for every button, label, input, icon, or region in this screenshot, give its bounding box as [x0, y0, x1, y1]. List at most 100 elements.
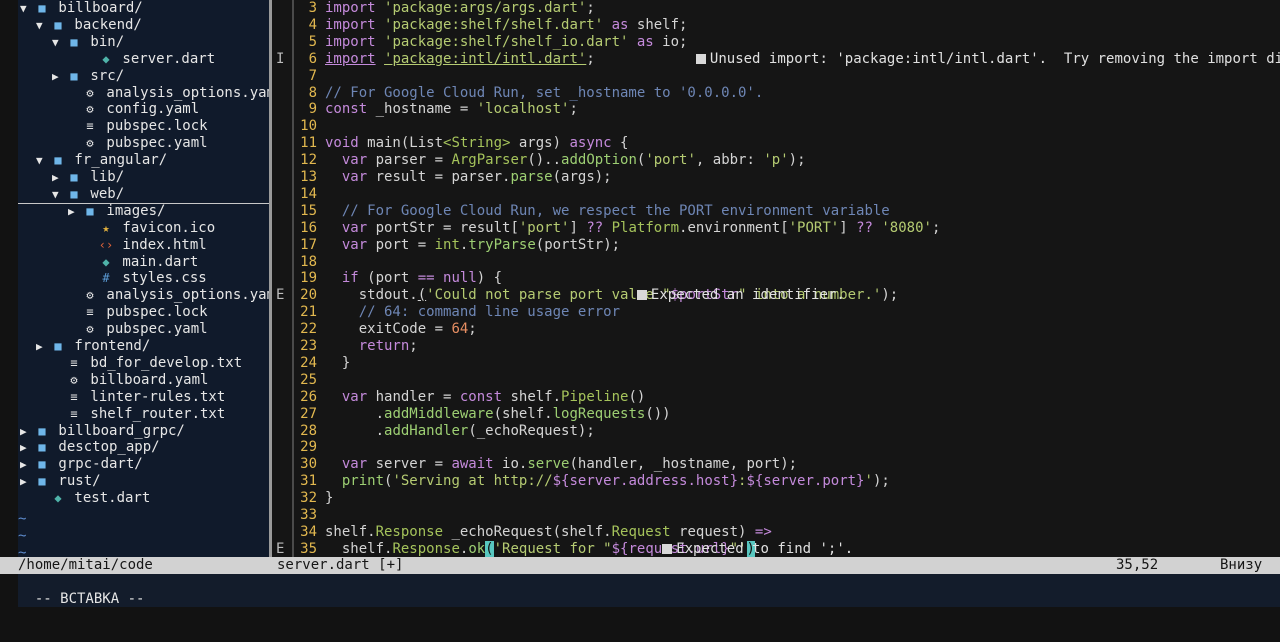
code-text[interactable]: var handler = const shelf.Pipeline() — [325, 389, 645, 406]
code-text[interactable]: .addHandler(_echoRequest); — [325, 423, 595, 440]
tree-file[interactable]: ★ favicon.ico — [18, 220, 269, 237]
tree-file[interactable]: ⚙ billboard.yaml — [18, 372, 269, 389]
sign-column-bar — [292, 185, 294, 203]
tree-file[interactable]: ◆ test.dart — [18, 490, 269, 507]
code-text[interactable]: import 'package:intl/intl.dart'; — [325, 51, 595, 68]
tree-file[interactable]: ‹› index.html — [18, 237, 269, 254]
code-text[interactable]: } — [325, 355, 350, 372]
code-line[interactable]: 23 return; — [272, 338, 1280, 355]
tree-file[interactable]: ⚙ pubspec.yaml — [18, 135, 269, 152]
code-line[interactable]: E 20 stdout.('Could not parse port value … — [272, 287, 1280, 305]
code-text[interactable]: import 'package:args/args.dart'; — [325, 0, 595, 17]
tree-file[interactable]: ⚙ analysis_options.yaml — [18, 85, 269, 102]
code-text[interactable]: import 'package:shelf/shelf_io.dart' as … — [325, 34, 687, 51]
code-line[interactable]: 10 — [272, 118, 1280, 136]
tree-folder[interactable]: ▶ ■ frontend/ — [18, 338, 269, 355]
code-line[interactable]: 27 .addMiddleware(shelf.logRequests()) — [272, 405, 1280, 423]
file-icon: # — [102, 271, 110, 286]
tree-folder[interactable]: ▼ ■ web/ — [18, 186, 269, 204]
tree-folder[interactable]: ▶ ■ billboard_grpc/ — [18, 423, 269, 440]
tree-folder[interactable]: ▼ ■ backend/ — [18, 17, 269, 34]
code-text[interactable]: var portStr = result['port'] ?? Platform… — [325, 220, 941, 237]
code-line[interactable]: 15 // For Google Cloud Run, we respect t… — [272, 202, 1280, 220]
tree-file[interactable]: ◆ main.dart — [18, 254, 269, 271]
code-text[interactable]: if (port == null) { — [325, 270, 502, 287]
code-text[interactable]: exitCode = 64; — [325, 321, 477, 338]
code-line[interactable]: 4 import 'package:shelf/shelf.dart' as sh… — [272, 16, 1280, 34]
code-line[interactable]: 8 // For Google Cloud Run, set _hostname … — [272, 84, 1280, 102]
code-text[interactable]: import 'package:shelf/shelf.dart' as she… — [325, 17, 687, 34]
tree-folder[interactable]: ▶ ■ lib/ — [18, 169, 269, 186]
tree-folder[interactable]: ▶ ■ grpc-dart/ — [18, 456, 269, 473]
code-line[interactable]: 34 shelf.Response _echoRequest(shelf.Requ… — [272, 523, 1280, 541]
code-line[interactable]: 16 var portStr = result['port'] ?? Platf… — [272, 219, 1280, 237]
code-text[interactable]: var parser = ArgParser()..addOption('por… — [325, 152, 806, 169]
code-text[interactable]: shelf.Response _echoRequest(shelf.Reques… — [325, 524, 772, 541]
code-line[interactable]: 21 // 64: command line usage error — [272, 304, 1280, 322]
tree-folder[interactable]: ▼ ■ bin/ — [18, 34, 269, 51]
tree-item-label: images/ — [98, 202, 166, 219]
code-line[interactable]: I 6 import 'package:intl/intl.dart'; Unused… — [272, 50, 1280, 68]
code-line[interactable]: 14 — [272, 185, 1280, 203]
code-line[interactable]: 24 } — [272, 354, 1280, 372]
code-line[interactable]: 22 exitCode = 64; — [272, 321, 1280, 339]
code-text[interactable]: print('Serving at http://${server.addres… — [325, 473, 890, 490]
code-line[interactable]: 12 var parser = ArgParser()..addOption('… — [272, 152, 1280, 170]
tree-file[interactable]: ◆ server.dart — [18, 51, 269, 68]
code-line[interactable]: 33 — [272, 507, 1280, 524]
code-text[interactable]: .addMiddleware(shelf.logRequests()) — [325, 406, 671, 423]
code-line[interactable]: 17 var port = int.tryParse(portStr); — [272, 236, 1280, 254]
file-tree-panel[interactable]: ▼ ■ billboard/▼ ■ backend/▼ ■ bin/◆ server.… — [18, 0, 269, 557]
code-text[interactable]: // For Google Cloud Run, set _hostname t… — [325, 85, 763, 102]
code-line[interactable]: 30 var server = await io.serve(handler, … — [272, 456, 1280, 474]
code-line[interactable]: 3 import 'package:args/args.dart'; — [272, 0, 1280, 17]
code-line[interactable]: 28 .addHandler(_echoRequest); — [272, 422, 1280, 440]
tree-folder[interactable]: ▶ ■ images/ — [18, 203, 269, 220]
tree-file[interactable]: ≡ bd_for_develop.txt — [18, 355, 269, 372]
code-text[interactable]: var server = await io.serve(handler, _ho… — [325, 456, 797, 473]
code-text[interactable]: // 64: command line usage error — [325, 304, 620, 321]
code-line[interactable]: E35 shelf.Response.ok('Request for "${re… — [272, 540, 1280, 557]
tree-file[interactable]: # styles.css — [18, 270, 269, 287]
tree-item-label: index.html — [114, 236, 207, 253]
code-text[interactable]: var port = int.tryParse(portStr); — [325, 237, 620, 254]
tree-folder[interactable]: ▶ ■ rust/ — [18, 473, 269, 490]
line-number: 32 — [300, 490, 317, 507]
code-line[interactable]: 31 print('Serving at http://${server.add… — [272, 473, 1280, 491]
code-text[interactable]: var result = parser.parse(args); — [325, 169, 612, 186]
code-line[interactable]: 7 — [272, 67, 1280, 85]
collapsed-arrow-icon: ▶ — [20, 424, 27, 438]
code-text[interactable]: return; — [325, 338, 418, 355]
tree-file[interactable]: ≡ pubspec.lock — [18, 118, 269, 135]
scroll-position: Внизу — [1220, 557, 1263, 573]
code-line[interactable]: 29 — [272, 439, 1280, 457]
code-text[interactable]: // For Google Cloud Run, we respect the … — [325, 203, 890, 220]
code-line[interactable]: 13 var result = parser.parse(args); — [272, 169, 1280, 186]
command-line[interactable]: -- ВСТАВКА -- — [18, 574, 1280, 607]
code-line[interactable]: 32} — [272, 490, 1280, 508]
code-line[interactable]: 26 var handler = const shelf.Pipeline() — [272, 388, 1280, 406]
tree-file[interactable]: ≡ linter-rules.txt — [18, 389, 269, 406]
tree-file[interactable]: ≡ pubspec.lock — [18, 304, 269, 321]
code-line[interactable]: 5 import 'package:shelf/shelf_io.dart' as… — [272, 33, 1280, 51]
code-line[interactable]: 19 if (port == null) { — [272, 270, 1280, 288]
tree-folder[interactable]: ▶ ■ src/ — [18, 68, 269, 85]
tree-folder[interactable]: ▶ ■ desctop_app/ — [18, 439, 269, 456]
tree-file[interactable]: ≡ shelf_router.txt — [18, 406, 269, 423]
code-text[interactable]: void main(List<String> args) async { — [325, 135, 628, 152]
tree-folder[interactable]: ▼ ■ fr_angular/ — [18, 152, 269, 169]
code-line[interactable]: 18 — [272, 253, 1280, 271]
code-text[interactable]: const _hostname = 'localhost'; — [325, 101, 578, 118]
file-icon: ≡ — [70, 389, 78, 404]
tree-file[interactable]: ⚙ pubspec.yaml — [18, 321, 269, 338]
code-editor[interactable]: 3 import 'package:args/args.dart'; 4 import… — [272, 0, 1280, 557]
code-line[interactable]: 11 void main(List<String> args) async { — [272, 135, 1280, 153]
code-text[interactable]: } — [325, 490, 333, 507]
tree-file[interactable]: ⚙ config.yaml — [18, 101, 269, 118]
diagnostic-sign: E — [276, 287, 285, 304]
code-line[interactable]: 25 — [272, 371, 1280, 389]
code-line[interactable]: 9 const _hostname = 'localhost'; — [272, 101, 1280, 119]
line-number: 20 — [300, 287, 317, 304]
tree-folder[interactable]: ▼ ■ billboard/ — [18, 0, 269, 17]
tree-file[interactable]: ⚙ analysis_options.yaml — [18, 287, 269, 304]
